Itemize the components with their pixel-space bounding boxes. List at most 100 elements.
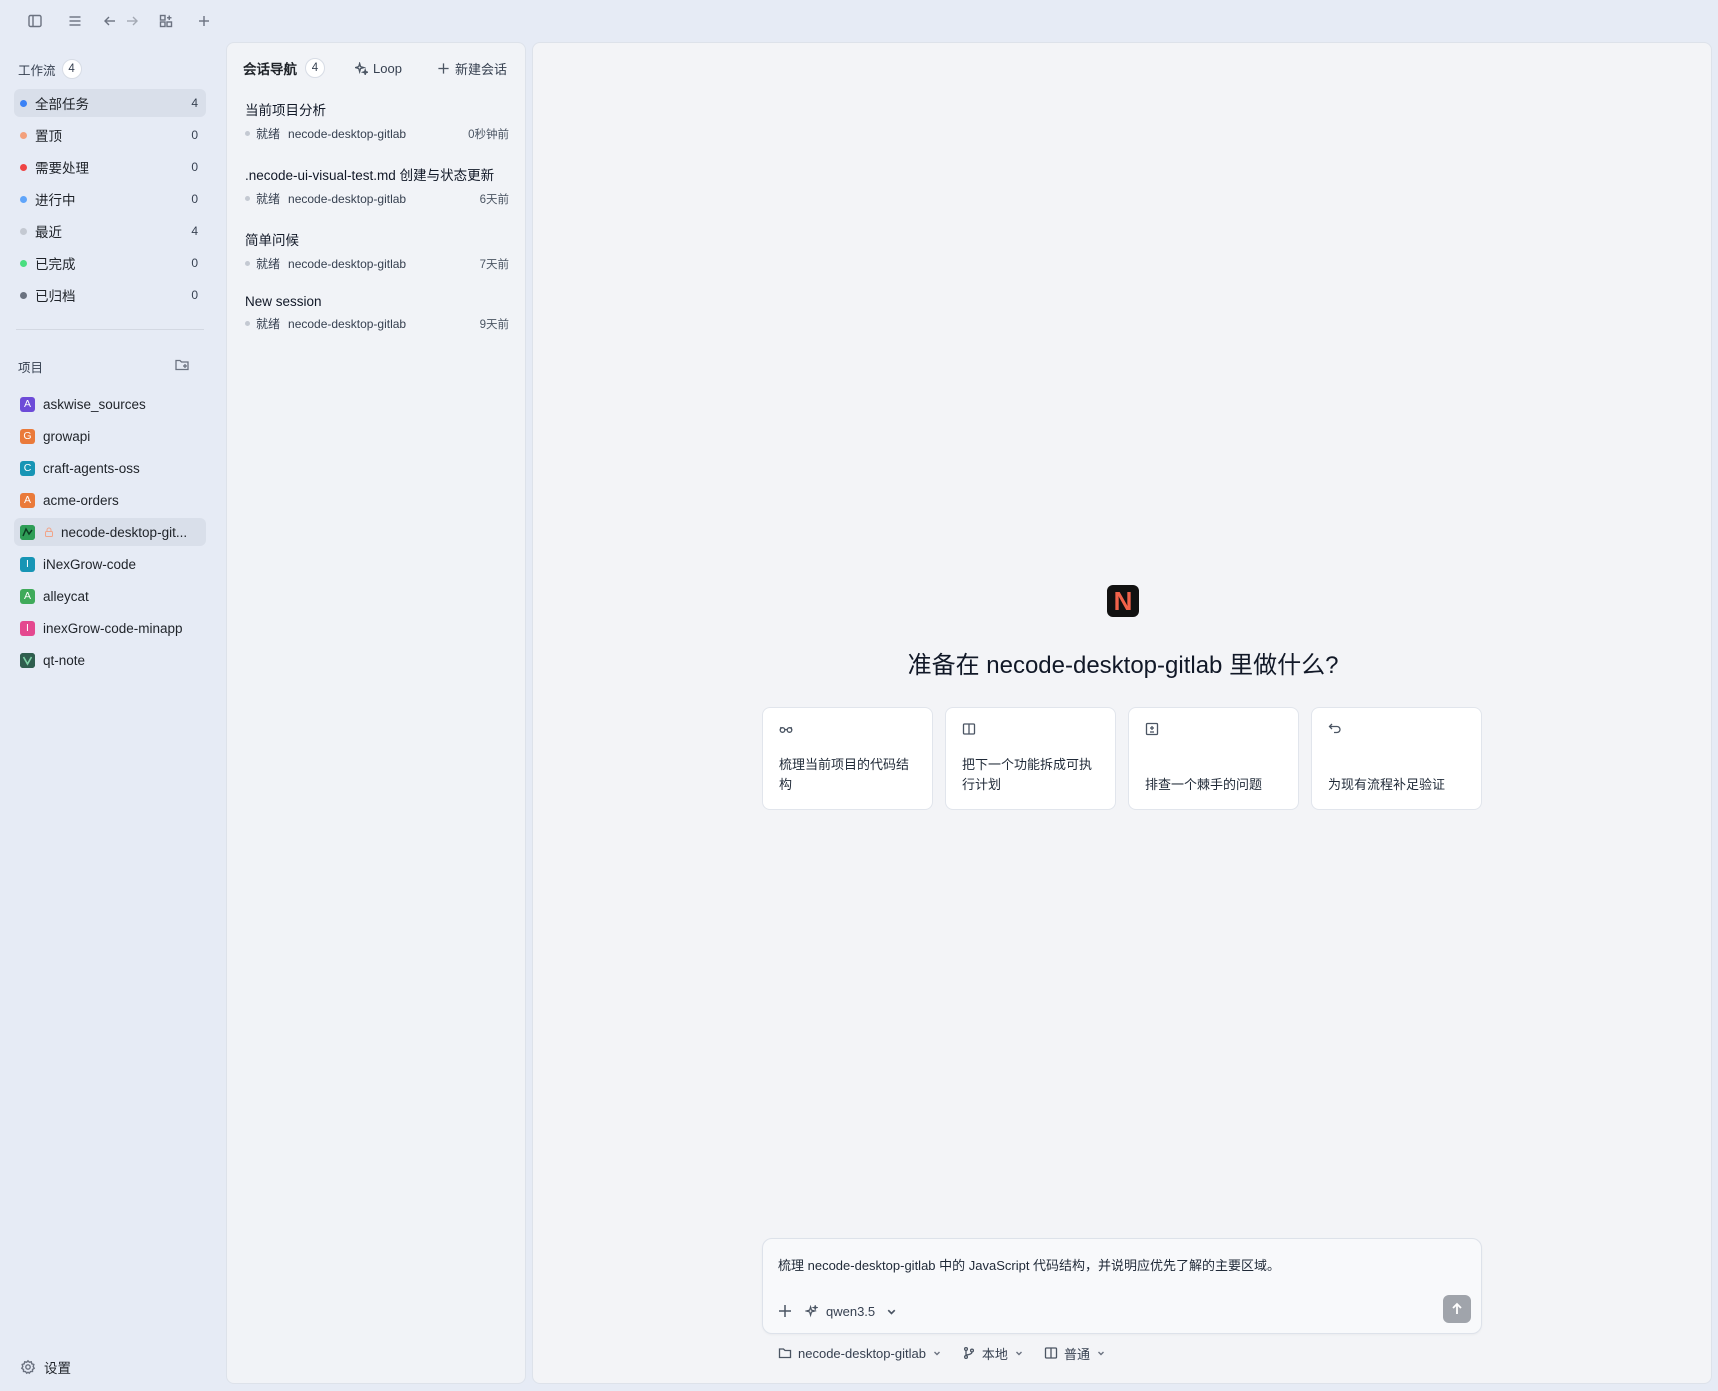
- session-status: 就绪: [256, 317, 281, 331]
- project-label: growapi: [43, 428, 91, 444]
- suggestion-card-verify[interactable]: 为现有流程补足验证: [1311, 707, 1482, 810]
- session-status: 就绪: [256, 127, 281, 141]
- chevron-down-icon: [1097, 1351, 1104, 1356]
- session-meta: 就绪 necode-desktop-gitlab 0秒钟前: [245, 125, 509, 142]
- status-dot: [245, 261, 250, 266]
- settings-label: 设置: [44, 1361, 71, 1376]
- toggle-sidebar-icon[interactable]: [22, 8, 48, 34]
- workflow-item-recent[interactable]: 最近 4: [14, 217, 206, 245]
- branch-label: 本地: [981, 1346, 1008, 1362]
- arrow-up-icon: [1452, 1302, 1462, 1314]
- project-avatar: A: [20, 396, 35, 412]
- project-label: acme-orders: [43, 492, 119, 508]
- settings-button[interactable]: 设置: [20, 1357, 71, 1377]
- suggestion-text: 梳理当前项目的代码结构: [779, 757, 910, 792]
- session-meta: 就绪 necode-desktop-gitlab 9天前: [245, 315, 509, 332]
- plus-square-icon: [1145, 722, 1159, 736]
- composer[interactable]: 梳理 necode-desktop-gitlab 中的 JavaScript 代…: [762, 1238, 1482, 1334]
- status-dot: [20, 131, 27, 139]
- project-item-acme-orders[interactable]: A acme-orders: [14, 486, 206, 514]
- project-item-askwise-sources[interactable]: A askwise_sources: [14, 390, 206, 418]
- project-label: qt-note: [43, 652, 86, 668]
- workflow-item-needs-attention[interactable]: 需要处理 0: [14, 153, 206, 181]
- new-session-label: 新建会话: [455, 61, 508, 77]
- workflow-count: 0: [191, 192, 198, 206]
- project-label: askwise_sources: [43, 396, 146, 412]
- chevron-down-icon: [933, 1351, 940, 1356]
- workflow-item-pinned[interactable]: 置顶 0: [14, 121, 206, 149]
- project-avatar: A: [20, 492, 35, 508]
- project-selector-label: necode-desktop-gitlab: [798, 1345, 926, 1361]
- project-item-necode-desktop-gitlab[interactable]: necode-desktop-git...: [14, 518, 206, 546]
- sidebar-divider: [16, 329, 204, 330]
- session-item[interactable]: .necode-ui-visual-test.md 创建与状态更新 就绪 nec…: [235, 156, 519, 214]
- project-item-inexgrow-code-minapp[interactable]: I inexGrow-code-minapp: [14, 614, 206, 642]
- session-meta: 就绪 necode-desktop-gitlab 6天前: [245, 190, 509, 207]
- grid-add-icon[interactable]: [153, 8, 179, 34]
- forward-arrow-icon[interactable]: [119, 8, 145, 34]
- session-project: necode-desktop-gitlab: [288, 126, 407, 141]
- suggestion-card-plan[interactable]: 把下一个功能拆成可执行计划: [945, 707, 1116, 810]
- status-dot: [245, 131, 250, 136]
- suggestion-text: 为现有流程补足验证: [1328, 777, 1446, 792]
- workflow-count: 4: [191, 224, 198, 238]
- workflow-item-completed[interactable]: 已完成 0: [14, 249, 206, 277]
- prompt-input[interactable]: 梳理 necode-desktop-gitlab 中的 JavaScript 代…: [778, 1255, 1280, 1274]
- session-nav-header: 会话导航 4 Loop 新建会话: [243, 55, 509, 81]
- workflow-label: 全部任务: [35, 97, 89, 112]
- project-item-alleycat[interactable]: A alleycat: [14, 582, 206, 610]
- new-tab-plus-icon[interactable]: [191, 8, 217, 34]
- workflow-item-archived[interactable]: 已归档 0: [14, 281, 206, 309]
- workflow-count: 0: [191, 160, 198, 174]
- workflow-item-all-tasks[interactable]: 全部任务 4: [14, 89, 206, 117]
- workflow-count: 0: [191, 128, 198, 142]
- project-item-growapi[interactable]: G growapi: [14, 422, 206, 450]
- gear-icon: [20, 1359, 36, 1375]
- project-item-inexgrow-code[interactable]: I iNexGrow-code: [14, 550, 206, 578]
- plus-icon: [438, 62, 449, 74]
- project-logo-icon: [20, 652, 35, 668]
- status-dot: [245, 196, 250, 201]
- workflow-label: 最近: [35, 225, 62, 240]
- session-status: 就绪: [256, 257, 281, 271]
- menu-icon[interactable]: [62, 8, 88, 34]
- loop-label: Loop: [373, 60, 402, 76]
- workflow-label: 置顶: [35, 129, 62, 144]
- session-time: 9天前: [479, 318, 509, 331]
- project-item-craft-agents-oss[interactable]: C craft-agents-oss: [14, 454, 206, 482]
- suggestion-card-debug[interactable]: 排查一个棘手的问题: [1128, 707, 1299, 810]
- session-item[interactable]: New session 就绪 necode-desktop-gitlab 9天前: [235, 286, 519, 344]
- loop-button[interactable]: Loop: [355, 61, 402, 76]
- session-name: 当前项目分析: [245, 103, 326, 118]
- session-time: 0秒钟前: [468, 128, 509, 141]
- new-project-folder-icon[interactable]: [172, 354, 192, 374]
- workflow-label: 进行中: [35, 193, 76, 208]
- project-avatar: A: [20, 588, 35, 604]
- project-avatar: I: [20, 556, 35, 572]
- project-logo-icon: [20, 524, 35, 540]
- new-session-button[interactable]: 新建会话: [437, 59, 507, 78]
- sidebar: 工作流 4 全部任务 4 置顶 0 需要处理 0 进行中 0 最近 4 已完成 …: [0, 44, 222, 1391]
- session-item[interactable]: 当前项目分析 就绪 necode-desktop-gitlab 0秒钟前: [235, 91, 519, 149]
- model-label: qwen3.5: [826, 1303, 876, 1319]
- branch-selector[interactable]: 本地: [962, 1344, 1024, 1363]
- hero-title: 准备在 necode-desktop-gitlab 里做什么?: [907, 652, 1339, 679]
- session-time: 6天前: [479, 193, 509, 206]
- model-selector[interactable]: qwen3.5: [805, 1301, 898, 1321]
- attach-plus-icon[interactable]: [775, 1301, 795, 1321]
- workflow-header: 工作流 4: [18, 59, 82, 79]
- suggestion-card-code-structure[interactable]: 梳理当前项目的代码结构: [762, 707, 933, 810]
- session-item[interactable]: 简单问候 就绪 necode-desktop-gitlab 7天前: [235, 221, 519, 279]
- book-icon: [1044, 1347, 1058, 1359]
- status-dot: [20, 195, 27, 203]
- mode-selector[interactable]: 普通: [1044, 1344, 1106, 1363]
- status-dot: [20, 291, 27, 299]
- project-label: necode-desktop-git...: [61, 524, 188, 540]
- project-selector[interactable]: necode-desktop-gitlab: [778, 1346, 942, 1361]
- session-navigator: 会话导航 4 Loop 新建会话 当前项目分析 就绪 necode-deskto…: [226, 42, 526, 1384]
- send-button[interactable]: [1443, 1295, 1471, 1323]
- workflow-item-in-progress[interactable]: 进行中 0: [14, 185, 206, 213]
- workflow-title: 工作流: [18, 63, 56, 78]
- status-dot: [245, 321, 250, 326]
- project-item-qt-note[interactable]: qt-note: [14, 646, 206, 674]
